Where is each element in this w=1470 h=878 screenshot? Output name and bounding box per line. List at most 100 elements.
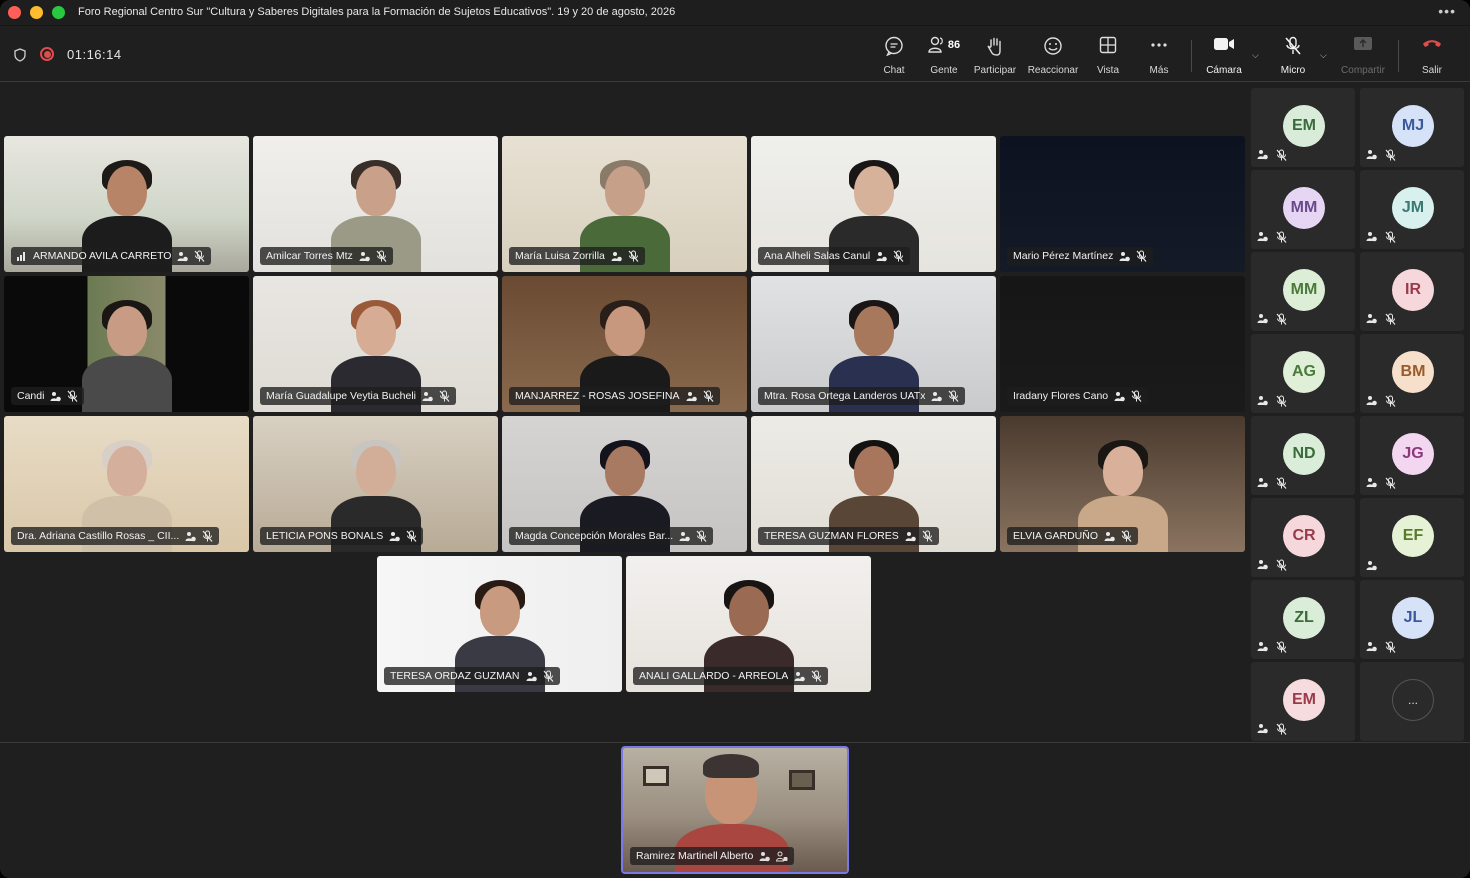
participant-face xyxy=(853,446,894,496)
participant-video-tile[interactable]: Amilcar Torres Mtz xyxy=(253,136,498,272)
mic-muted-icon xyxy=(1385,149,1396,161)
video-status-icon xyxy=(1104,531,1115,541)
participant-avatar-tile[interactable]: JM xyxy=(1360,170,1464,249)
participant-video-tile[interactable]: ELVIA GARDUÑO xyxy=(1000,416,1245,552)
participant-video-tile[interactable]: LETICIA PONS BONALS xyxy=(253,416,498,552)
mic-muted-icon xyxy=(376,250,387,262)
avatar: JG xyxy=(1392,433,1434,475)
self-video-tile[interactable]: Ramirez Martinell Alberto xyxy=(621,746,849,874)
participant-video-tile[interactable]: María Guadalupe Veytia Bucheli xyxy=(253,276,498,412)
video-status-icon xyxy=(1366,314,1377,324)
participant-face xyxy=(355,306,396,356)
participant-avatar-tile[interactable]: IR xyxy=(1360,252,1464,331)
more-button[interactable]: Más xyxy=(1146,36,1172,76)
shield-icon[interactable] xyxy=(14,48,26,62)
camera-icon xyxy=(1214,38,1234,50)
mic-muted-icon xyxy=(1385,313,1396,325)
participant-avatar-tile[interactable]: EM xyxy=(1251,88,1355,167)
view-button[interactable]: Vista xyxy=(1094,36,1122,76)
participant-avatar-tile[interactable]: MM xyxy=(1251,252,1355,331)
video-status-icon xyxy=(1257,642,1268,652)
participant-video-tile[interactable]: Mtra. Rosa Ortega Landeros UATx xyxy=(751,276,996,412)
participant-avatar-tile[interactable]: EF xyxy=(1360,498,1464,577)
video-status-icon xyxy=(185,531,197,541)
participant-video-tile[interactable]: Ana Alheli Salas Canul xyxy=(751,136,996,272)
maximize-window-button[interactable] xyxy=(52,6,65,19)
minimize-window-button[interactable] xyxy=(30,6,43,19)
more-label: Más xyxy=(1149,65,1169,76)
participant-face xyxy=(853,306,894,356)
close-window-button[interactable] xyxy=(8,6,21,19)
video-status-icon xyxy=(1366,150,1377,160)
video-status-icon xyxy=(359,251,370,261)
video-status-icon xyxy=(1257,396,1268,406)
participant-avatar-tile[interactable]: AG xyxy=(1251,334,1355,413)
window-more-icon[interactable]: ••• xyxy=(1438,3,1456,19)
participant-video-tile[interactable]: MANJARREZ - ROSAS JOSEFINA xyxy=(502,276,747,412)
people-label: Gente xyxy=(930,65,958,76)
participant-video-tile[interactable]: TERESA GUZMAN FLORES xyxy=(751,416,996,552)
participant-video-tile[interactable]: María Luisa Zorrilla xyxy=(502,136,747,272)
participant-video-tile[interactable]: ANALI GALLARDO - ARREOLA xyxy=(626,556,871,692)
video-status-icon xyxy=(679,531,690,541)
participant-avatar-tile[interactable]: JL xyxy=(1360,580,1464,659)
avatar-status-icons xyxy=(1257,723,1287,735)
camera-button[interactable]: Cámara xyxy=(1204,36,1244,76)
participant-name: ELVIA GARDUÑO xyxy=(1013,530,1098,542)
participant-avatar-tile[interactable]: ND xyxy=(1251,416,1355,495)
participant-video-tile[interactable]: ARMANDO AVILA CARRETO xyxy=(4,136,249,272)
avatar: MM xyxy=(1283,269,1325,311)
participant-name-pill: ARMANDO AVILA CARRETO xyxy=(11,247,212,265)
camera-options-chevron-icon[interactable]: ⌵ xyxy=(1252,50,1259,61)
more-participants-button[interactable]: ... xyxy=(1392,679,1434,721)
raise-hand-button[interactable]: Participar xyxy=(972,36,1018,76)
participant-video-tile[interactable]: Dra. Adriana Castillo Rosas _ CII... xyxy=(4,416,249,552)
participant-name-pill: MANJARREZ - ROSAS JOSEFINA xyxy=(509,387,720,405)
participant-avatar-tile[interactable]: ZL xyxy=(1251,580,1355,659)
recording-icon[interactable] xyxy=(40,47,54,61)
avatar-status-icons xyxy=(1366,231,1396,243)
mic-muted-icon xyxy=(1276,395,1287,407)
avatar-status-icons xyxy=(1257,231,1287,243)
more-participants-tile[interactable]: ... xyxy=(1360,662,1464,741)
mic-muted-icon xyxy=(1276,723,1287,735)
smile-icon xyxy=(1044,37,1062,55)
react-button[interactable]: Reaccionar xyxy=(1026,36,1080,76)
mic-muted-icon xyxy=(1385,395,1396,407)
avatar-status-icons xyxy=(1366,313,1396,325)
participant-name-pill: María Luisa Zorrilla xyxy=(509,247,645,265)
participant-name: MANJARREZ - ROSAS JOSEFINA xyxy=(515,390,680,402)
avatar: MM xyxy=(1283,187,1325,229)
video-status-icon xyxy=(526,671,537,681)
participant-avatar-tile[interactable]: JG xyxy=(1360,416,1464,495)
mic-muted-icon xyxy=(202,530,213,542)
participant-face xyxy=(355,166,396,216)
participant-face xyxy=(106,306,147,356)
participant-avatar-tile[interactable]: CR xyxy=(1251,498,1355,577)
chat-button[interactable]: Chat xyxy=(880,36,908,76)
share-button[interactable]: Compartir xyxy=(1338,36,1388,76)
participant-avatar-tile[interactable]: MJ xyxy=(1360,88,1464,167)
people-button[interactable]: 86 Gente xyxy=(926,36,962,76)
participant-video-tile[interactable]: Iradany Flores Cano xyxy=(1000,276,1245,412)
camera-label: Cámara xyxy=(1206,65,1242,76)
participant-video-tile[interactable]: TERESA ORDAZ GUZMAN xyxy=(377,556,622,692)
participant-avatar-tile[interactable]: EM xyxy=(1251,662,1355,741)
participant-avatar-tile[interactable]: MM xyxy=(1251,170,1355,249)
avatar-status-icons xyxy=(1257,149,1287,161)
mic-button[interactable]: Micro xyxy=(1278,36,1308,76)
chat-icon xyxy=(885,36,903,56)
mic-muted-icon xyxy=(195,250,205,262)
avatar: CR xyxy=(1283,515,1325,557)
participant-avatar-tile[interactable]: BM xyxy=(1360,334,1464,413)
participant-video-tile[interactable]: Candi xyxy=(4,276,249,412)
mic-muted-icon xyxy=(543,670,553,682)
signal-icon xyxy=(17,252,25,261)
avatar-status-icons xyxy=(1257,477,1287,489)
participant-video-tile[interactable]: Magda Concepción Morales Bar... xyxy=(502,416,747,552)
mic-options-chevron-icon[interactable]: ⌵ xyxy=(1320,50,1327,61)
participant-face xyxy=(106,446,147,496)
video-status-icon xyxy=(611,251,622,261)
leave-button[interactable]: Salir xyxy=(1418,36,1446,76)
participant-video-tile[interactable]: Mario Pérez Martínez xyxy=(1000,136,1245,272)
